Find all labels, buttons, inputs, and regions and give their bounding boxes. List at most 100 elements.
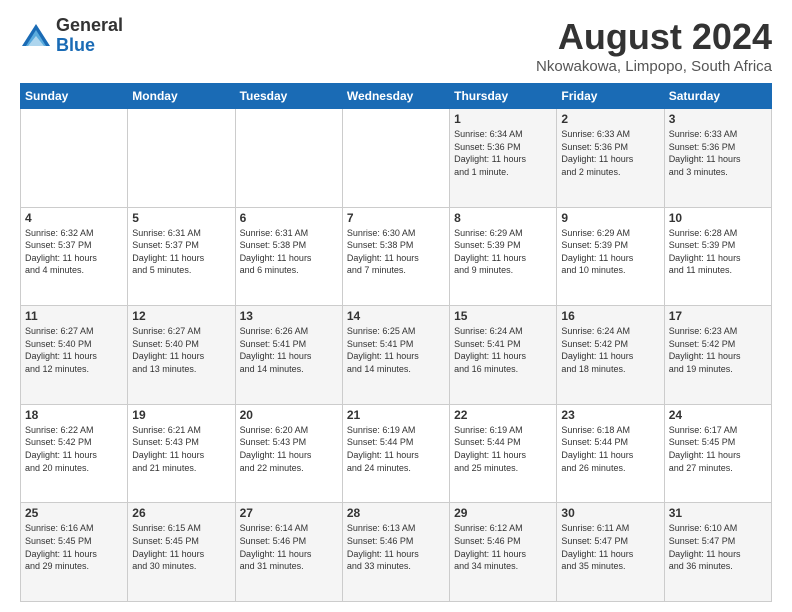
day-number: 6 bbox=[240, 211, 338, 225]
calendar-cell: 21Sunrise: 6:19 AM Sunset: 5:44 PM Dayli… bbox=[342, 404, 449, 503]
calendar-cell: 29Sunrise: 6:12 AM Sunset: 5:46 PM Dayli… bbox=[450, 503, 557, 602]
calendar-table: Sunday Monday Tuesday Wednesday Thursday… bbox=[20, 83, 772, 602]
day-info: Sunrise: 6:28 AM Sunset: 5:39 PM Dayligh… bbox=[669, 227, 767, 277]
day-number: 27 bbox=[240, 506, 338, 520]
calendar-week-1: 1 Sunrise: 6:34 AM Sunset: 5:36 PM Daylig… bbox=[21, 109, 772, 208]
col-sunday: Sunday bbox=[21, 84, 128, 109]
day-info: Sunrise: 6:10 AM Sunset: 5:47 PM Dayligh… bbox=[669, 522, 767, 572]
day-info: Sunrise: 6:23 AM Sunset: 5:42 PM Dayligh… bbox=[669, 325, 767, 375]
day-info: Sunrise: 6:25 AM Sunset: 5:41 PM Dayligh… bbox=[347, 325, 445, 375]
day-number: 28 bbox=[347, 506, 445, 520]
calendar-week-2: 4 Sunrise: 6:32 AM Sunset: 5:37 PM Daylig… bbox=[21, 207, 772, 306]
calendar-cell bbox=[235, 109, 342, 208]
logo-icon bbox=[20, 20, 52, 52]
day-number: 22 bbox=[454, 408, 552, 422]
day-info: Sunrise: 6:33 AM Sunset: 5:36 PM Dayligh… bbox=[669, 128, 767, 178]
day-number: 18 bbox=[25, 408, 123, 422]
day-number: 5 bbox=[132, 211, 230, 225]
title-block: August 2024 Nkowakowa, Limpopo, South Af… bbox=[536, 16, 772, 75]
calendar-cell: 8 Sunrise: 6:29 AM Sunset: 5:39 PM Daylig… bbox=[450, 207, 557, 306]
day-info: Sunrise: 6:21 AM Sunset: 5:43 PM Dayligh… bbox=[132, 424, 230, 474]
calendar-cell: 6 Sunrise: 6:31 AM Sunset: 5:38 PM Daylig… bbox=[235, 207, 342, 306]
calendar-cell: 18 Sunrise: 6:22 AM Sunset: 5:42 PM Dayli… bbox=[21, 404, 128, 503]
calendar-cell: 20Sunrise: 6:20 AM Sunset: 5:43 PM Dayli… bbox=[235, 404, 342, 503]
col-wednesday: Wednesday bbox=[342, 84, 449, 109]
calendar-cell: 14 Sunrise: 6:25 AM Sunset: 5:41 PM Dayli… bbox=[342, 306, 449, 405]
calendar-cell: 13 Sunrise: 6:26 AM Sunset: 5:41 PM Dayli… bbox=[235, 306, 342, 405]
day-info: Sunrise: 6:24 AM Sunset: 5:42 PM Dayligh… bbox=[561, 325, 659, 375]
calendar-cell: 28 Sunrise: 6:13 AM Sunset: 5:46 PM Dayli… bbox=[342, 503, 449, 602]
col-tuesday: Tuesday bbox=[235, 84, 342, 109]
logo-text: General Blue bbox=[56, 16, 123, 56]
day-info: Sunrise: 6:24 AM Sunset: 5:41 PM Dayligh… bbox=[454, 325, 552, 375]
day-number: 23 bbox=[561, 408, 659, 422]
col-monday: Monday bbox=[128, 84, 235, 109]
calendar-cell: 17 Sunrise: 6:23 AM Sunset: 5:42 PM Dayli… bbox=[664, 306, 771, 405]
day-number: 17 bbox=[669, 309, 767, 323]
day-info: Sunrise: 6:29 AM Sunset: 5:39 PM Dayligh… bbox=[454, 227, 552, 277]
day-info: Sunrise: 6:34 AM Sunset: 5:36 PM Dayligh… bbox=[454, 128, 552, 178]
day-info: Sunrise: 6:32 AM Sunset: 5:37 PM Dayligh… bbox=[25, 227, 123, 277]
day-info: Sunrise: 6:31 AM Sunset: 5:38 PM Dayligh… bbox=[240, 227, 338, 277]
main-title: August 2024 bbox=[536, 16, 772, 58]
day-number: 4 bbox=[25, 211, 123, 225]
calendar-cell: 22Sunrise: 6:19 AM Sunset: 5:44 PM Dayli… bbox=[450, 404, 557, 503]
day-info: Sunrise: 6:31 AM Sunset: 5:37 PM Dayligh… bbox=[132, 227, 230, 277]
calendar-header-row: Sunday Monday Tuesday Wednesday Thursday… bbox=[21, 84, 772, 109]
day-info: Sunrise: 6:26 AM Sunset: 5:41 PM Dayligh… bbox=[240, 325, 338, 375]
calendar-cell: 1 Sunrise: 6:34 AM Sunset: 5:36 PM Daylig… bbox=[450, 109, 557, 208]
calendar-cell: 24Sunrise: 6:17 AM Sunset: 5:45 PM Dayli… bbox=[664, 404, 771, 503]
calendar-cell: 19 Sunrise: 6:21 AM Sunset: 5:43 PM Dayli… bbox=[128, 404, 235, 503]
logo-general: General bbox=[56, 16, 123, 36]
calendar-cell: 3 Sunrise: 6:33 AM Sunset: 5:36 PM Daylig… bbox=[664, 109, 771, 208]
subtitle: Nkowakowa, Limpopo, South Africa bbox=[536, 58, 772, 75]
day-number: 26 bbox=[132, 506, 230, 520]
header: General Blue August 2024 Nkowakowa, Limp… bbox=[20, 16, 772, 75]
day-number: 16 bbox=[561, 309, 659, 323]
day-info: Sunrise: 6:13 AM Sunset: 5:46 PM Dayligh… bbox=[347, 522, 445, 572]
day-info: Sunrise: 6:20 AM Sunset: 5:43 PM Dayligh… bbox=[240, 424, 338, 474]
day-number: 10 bbox=[669, 211, 767, 225]
day-number: 8 bbox=[454, 211, 552, 225]
day-info: Sunrise: 6:29 AM Sunset: 5:39 PM Dayligh… bbox=[561, 227, 659, 277]
day-info: Sunrise: 6:15 AM Sunset: 5:45 PM Dayligh… bbox=[132, 522, 230, 572]
day-number: 30 bbox=[561, 506, 659, 520]
logo-blue: Blue bbox=[56, 36, 123, 56]
day-info: Sunrise: 6:18 AM Sunset: 5:44 PM Dayligh… bbox=[561, 424, 659, 474]
col-saturday: Saturday bbox=[664, 84, 771, 109]
day-info: Sunrise: 6:30 AM Sunset: 5:38 PM Dayligh… bbox=[347, 227, 445, 277]
calendar-cell: 4 Sunrise: 6:32 AM Sunset: 5:37 PM Daylig… bbox=[21, 207, 128, 306]
day-number: 11 bbox=[25, 309, 123, 323]
calendar-cell: 9Sunrise: 6:29 AM Sunset: 5:39 PM Daylig… bbox=[557, 207, 664, 306]
calendar-week-3: 11 Sunrise: 6:27 AM Sunset: 5:40 PM Dayli… bbox=[21, 306, 772, 405]
day-number: 2 bbox=[561, 112, 659, 126]
calendar-cell: 23 Sunrise: 6:18 AM Sunset: 5:44 PM Dayli… bbox=[557, 404, 664, 503]
day-info: Sunrise: 6:11 AM Sunset: 5:47 PM Dayligh… bbox=[561, 522, 659, 572]
calendar-cell: 30 Sunrise: 6:11 AM Sunset: 5:47 PM Dayli… bbox=[557, 503, 664, 602]
col-friday: Friday bbox=[557, 84, 664, 109]
day-number: 29 bbox=[454, 506, 552, 520]
day-number: 1 bbox=[454, 112, 552, 126]
page: General Blue August 2024 Nkowakowa, Limp… bbox=[0, 0, 792, 612]
day-number: 19 bbox=[132, 408, 230, 422]
day-number: 15 bbox=[454, 309, 552, 323]
day-info: Sunrise: 6:14 AM Sunset: 5:46 PM Dayligh… bbox=[240, 522, 338, 572]
day-number: 3 bbox=[669, 112, 767, 126]
day-number: 14 bbox=[347, 309, 445, 323]
day-number: 25 bbox=[25, 506, 123, 520]
calendar-week-4: 18 Sunrise: 6:22 AM Sunset: 5:42 PM Dayli… bbox=[21, 404, 772, 503]
calendar-cell bbox=[21, 109, 128, 208]
day-info: Sunrise: 6:27 AM Sunset: 5:40 PM Dayligh… bbox=[25, 325, 123, 375]
day-info: Sunrise: 6:17 AM Sunset: 5:45 PM Dayligh… bbox=[669, 424, 767, 474]
day-number: 13 bbox=[240, 309, 338, 323]
calendar-cell: 7Sunrise: 6:30 AM Sunset: 5:38 PM Daylig… bbox=[342, 207, 449, 306]
day-info: Sunrise: 6:33 AM Sunset: 5:36 PM Dayligh… bbox=[561, 128, 659, 178]
calendar-cell bbox=[128, 109, 235, 208]
calendar-cell bbox=[342, 109, 449, 208]
col-thursday: Thursday bbox=[450, 84, 557, 109]
day-number: 12 bbox=[132, 309, 230, 323]
calendar-cell: 31Sunrise: 6:10 AM Sunset: 5:47 PM Dayli… bbox=[664, 503, 771, 602]
day-info: Sunrise: 6:22 AM Sunset: 5:42 PM Dayligh… bbox=[25, 424, 123, 474]
calendar-cell: 25Sunrise: 6:16 AM Sunset: 5:45 PM Dayli… bbox=[21, 503, 128, 602]
calendar-cell: 11 Sunrise: 6:27 AM Sunset: 5:40 PM Dayli… bbox=[21, 306, 128, 405]
